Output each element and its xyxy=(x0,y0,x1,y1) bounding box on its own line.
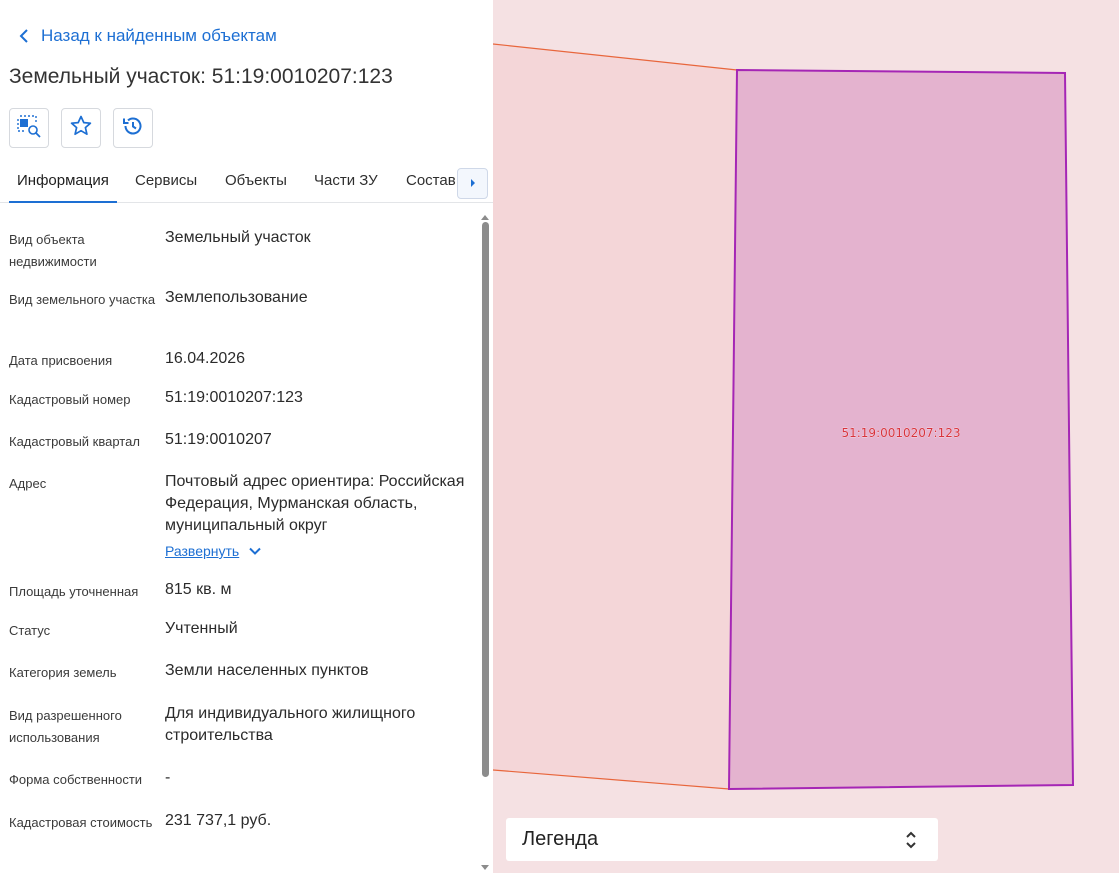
scroll-down-arrow-icon[interactable] xyxy=(481,858,489,870)
tab-objects[interactable]: Объекты xyxy=(225,172,287,203)
tab-info[interactable]: Информация xyxy=(9,172,117,203)
chevron-up-down-icon xyxy=(904,829,918,851)
row-value-permitted-use: Для индивидуального жилищного строительс… xyxy=(165,705,416,744)
info-list: Вид объекта недвижимости Земельный участ… xyxy=(0,203,478,873)
row-value-object-type: Земельный участок xyxy=(165,229,311,246)
back-link-label: Назад к найденным объектам xyxy=(41,26,277,45)
tab-services[interactable]: Сервисы xyxy=(135,172,197,203)
row-value-area: 815 кв. м xyxy=(165,581,232,598)
legend-dropdown[interactable]: Легенда xyxy=(506,818,938,861)
legend-label: Легенда xyxy=(522,828,599,850)
row-label-cadastral-value: Кадастровая стоимость xyxy=(9,815,153,830)
row-label-permitted-use: Вид разрешенного использования xyxy=(9,708,122,745)
row-value-status: Учтенный xyxy=(165,620,238,637)
row-label-cadastral-number: Кадастровый номер xyxy=(9,392,131,407)
row-value-land-category: Земли населенных пунктов xyxy=(165,662,369,679)
info-panel: Назад к найденным объектам Земельный уча… xyxy=(0,0,493,873)
chevron-left-icon xyxy=(14,25,36,47)
scroll-up-arrow-icon[interactable] xyxy=(481,207,489,220)
neighbor-parcel[interactable] xyxy=(493,44,737,789)
map-view[interactable]: 51:19:0010207:123 xyxy=(492,0,1119,873)
row-value-cadastral-number: 51:19:0010207:123 xyxy=(165,389,303,406)
chevron-down-icon xyxy=(249,547,261,555)
row-label-land-category: Категория земель xyxy=(9,665,117,680)
expand-address-label: Развернуть xyxy=(165,543,240,559)
locate-area-icon xyxy=(16,113,42,144)
favorite-button[interactable] xyxy=(61,108,101,148)
row-value-assign-date: 16.04.2026 xyxy=(165,350,246,367)
row-value-ownership: - xyxy=(165,769,171,786)
row-label-address: Адрес xyxy=(9,476,47,491)
scrollbar-thumb[interactable] xyxy=(482,222,489,777)
tabs-scroll-right-button[interactable] xyxy=(457,168,488,199)
row-value-address: Почтовый адрес ориентира: Российская Фед… xyxy=(165,473,465,534)
tab-parts[interactable]: Части ЗУ xyxy=(314,172,378,203)
locate-area-button[interactable] xyxy=(9,108,49,148)
parcel-label: 51:19:0010207:123 xyxy=(841,426,960,440)
history-button[interactable] xyxy=(113,108,153,148)
row-label-parcel-type: Вид земельного участка xyxy=(9,292,156,307)
back-link[interactable]: Назад к найденным объектам xyxy=(14,25,277,47)
history-icon xyxy=(121,114,145,143)
row-label-cadastral-quarter: Кадастровый квартал xyxy=(9,434,140,449)
star-icon xyxy=(69,114,93,143)
expand-address-link[interactable]: Развернуть xyxy=(165,543,261,559)
row-label-area: Площадь уточненная xyxy=(9,584,139,599)
page-title: Земельный участок: 51:19:0010207:123 xyxy=(9,65,393,88)
map-canvas[interactable]: 51:19:0010207:123 xyxy=(492,0,1119,873)
object-toolbar xyxy=(9,108,153,148)
row-label-status: Статус xyxy=(9,623,51,638)
caret-right-icon xyxy=(469,175,477,193)
row-label-ownership: Форма собственности xyxy=(9,772,143,787)
tab-composition[interactable]: Состав xyxy=(406,172,456,203)
row-value-parcel-type: Землепользование xyxy=(165,289,308,306)
row-value-cadastral-value: 231 737,1 руб. xyxy=(165,812,272,829)
row-label-assign-date: Дата присвоения xyxy=(9,353,113,368)
row-value-cadastral-quarter: 51:19:0010207 xyxy=(165,431,272,448)
tab-bar: Информация Сервисы Объекты Части ЗУ Сост… xyxy=(0,160,493,203)
row-label-object-type: Вид объекта недвижимости xyxy=(9,232,97,269)
